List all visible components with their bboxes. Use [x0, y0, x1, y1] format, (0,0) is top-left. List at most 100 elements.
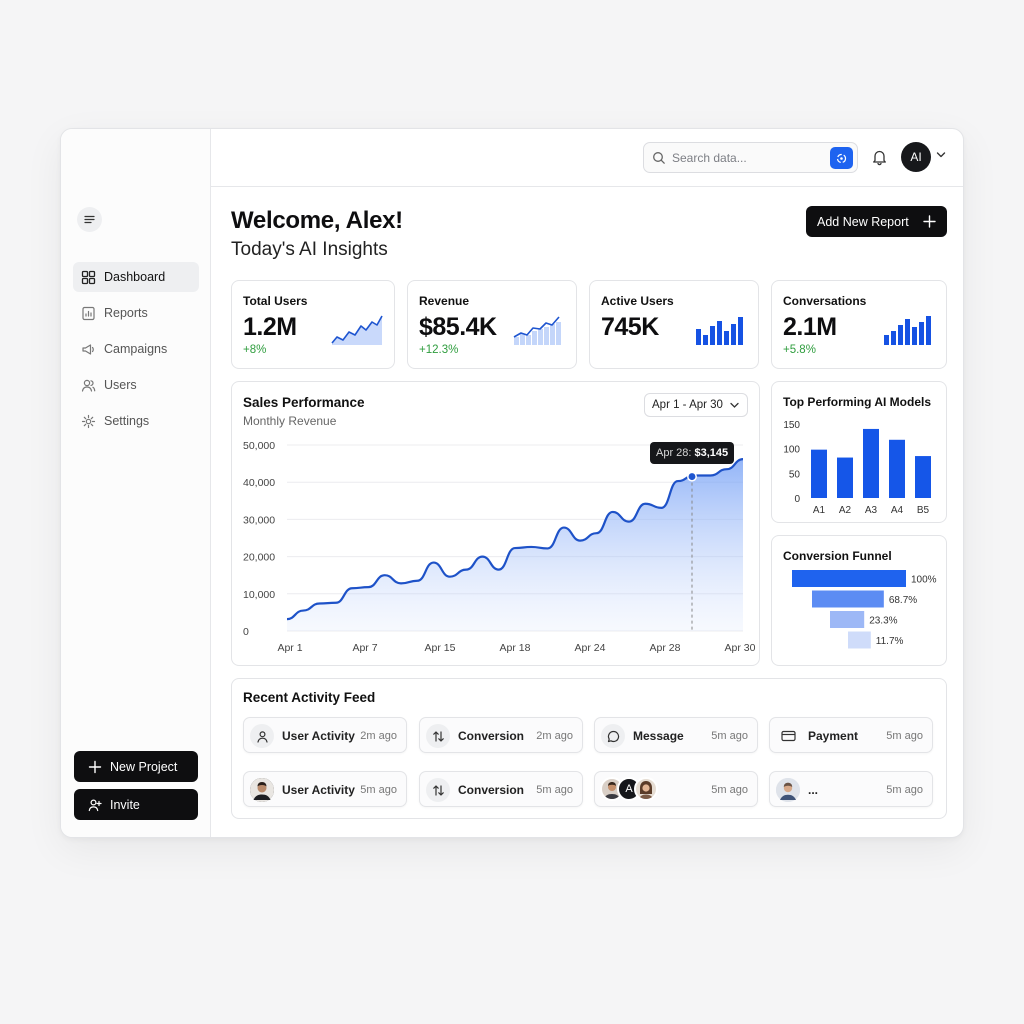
conversion-funnel-card: Conversion Funnel 100% 68.7% 23.3% 11.7%	[771, 535, 947, 666]
invite-button[interactable]: Invite	[74, 789, 198, 820]
x-tick-label: Apr 1	[277, 642, 302, 654]
ai-search-button[interactable]	[830, 147, 853, 169]
x-tick-label: Apr 24	[575, 642, 606, 654]
bar	[811, 449, 827, 498]
sidebar-item-campaigns[interactable]: Campaigns	[73, 334, 199, 364]
feed-item-time: 5m ago	[536, 784, 573, 796]
feed-item-user-activity[interactable]: User Activity 5m ago	[243, 771, 407, 807]
page-subtitle: Today's AI Insights	[231, 239, 388, 260]
funnel-label: 23.3%	[869, 616, 897, 627]
feed-item-message[interactable]: Message 5m ago	[594, 717, 758, 753]
x-tick-label: B5	[917, 505, 930, 516]
sparkline-icon	[331, 315, 383, 345]
megaphone-icon	[82, 343, 94, 355]
y-tick-label: 30,000	[243, 514, 275, 526]
top-bar: AI	[211, 129, 963, 187]
stat-value: 745K	[601, 313, 659, 341]
sidebar-item-label: Campaigns	[104, 342, 168, 356]
activity-feed-card: Recent Activity Feed User Activity 2m ag…	[231, 678, 947, 819]
feed-item-name: Message	[633, 729, 684, 743]
y-tick-label: 100	[783, 445, 800, 456]
add-new-report-button[interactable]: Add New Report	[806, 206, 947, 237]
y-tick-label: 150	[783, 420, 800, 431]
new-project-label: New Project	[110, 759, 178, 774]
swap-icon	[426, 778, 450, 802]
bar	[915, 456, 931, 498]
funnel-bar	[848, 631, 871, 649]
stat-card-revenue[interactable]: Revenue $85.4K +12.3%	[407, 280, 577, 369]
stat-value: $85.4K	[419, 313, 497, 341]
search-icon	[653, 151, 665, 164]
feed-item-conversion[interactable]: Conversion 2m ago	[419, 717, 583, 753]
y-tick-label: 10,000	[243, 589, 275, 601]
sidebar-item-dashboard[interactable]: Dashboard	[73, 262, 199, 292]
feed-item-user-activity[interactable]: User Activity 2m ago	[243, 717, 407, 753]
stat-card-conversations[interactable]: Conversations 2.1M +5.8%	[771, 280, 947, 369]
feed-item-payment[interactable]: Payment 5m ago	[769, 717, 933, 753]
plus-icon	[923, 215, 936, 228]
bell-icon[interactable]	[871, 148, 888, 166]
menu-toggle-icon[interactable]	[77, 207, 102, 232]
feed-item-name: Conversion	[458, 783, 525, 797]
avatar-photo	[250, 778, 274, 802]
feed-item-name: User Activity	[282, 729, 355, 743]
stat-change: +8%	[243, 344, 267, 356]
avatar-initials: AI	[910, 150, 922, 164]
feed-item-time: 2m ago	[536, 730, 573, 742]
top-models-bar-chart: 0 50 100 150 A1 A2 A3 A4 B5	[783, 420, 931, 516]
feed-item-time: 5m ago	[886, 730, 923, 742]
feed-item-name: Payment	[808, 729, 859, 743]
feed-item-time: 2m ago	[360, 730, 397, 742]
add-user-icon	[88, 798, 102, 811]
stat-label: Revenue	[419, 294, 470, 308]
top-models-card: Top Performing AI Models 0 50 100 150 A1 A2 A3…	[771, 381, 947, 523]
sidebar-item-label: Settings	[104, 414, 150, 428]
sidebar: Dashboard Reports Campaigns Users Settin…	[61, 129, 211, 837]
sidebar-item-label: Reports	[104, 306, 148, 320]
x-tick-label: Apr 7	[352, 642, 377, 654]
funnel-label: 100%	[911, 575, 937, 586]
search-input[interactable]	[672, 150, 822, 165]
avatar[interactable]: AI	[901, 142, 931, 172]
sidebar-item-reports[interactable]: Reports	[73, 298, 199, 328]
x-tick-label: A4	[891, 505, 904, 516]
bar	[837, 457, 853, 498]
stat-card-total-users[interactable]: Total Users 1.2M +8%	[231, 280, 395, 369]
conversion-funnel-chart: 100% 68.7% 23.3% 11.7%	[792, 570, 937, 649]
chevron-down-icon[interactable]	[936, 151, 946, 159]
tooltip-date: Apr 28:	[656, 446, 692, 459]
x-tick-label: Apr 15	[425, 642, 456, 654]
grid-icon	[81, 270, 96, 284]
avatar-photo	[776, 778, 800, 802]
bar	[863, 428, 879, 498]
sparkline-icon	[513, 316, 561, 345]
feed-item-name: User Activity	[282, 783, 355, 797]
users-icon	[81, 379, 96, 392]
activity-feed-title: Recent Activity Feed	[243, 690, 376, 705]
card-icon	[776, 724, 800, 748]
feed-item-other[interactable]: ... 5m ago	[769, 771, 933, 807]
chart-tooltip: Apr 28: $3,145	[650, 441, 735, 464]
feed-item-time: 5m ago	[360, 784, 397, 796]
feed-item-name: ...	[808, 783, 819, 797]
highlight-point	[687, 471, 697, 482]
funnel-label: 68.7%	[889, 595, 917, 606]
new-project-button[interactable]: New Project	[74, 751, 198, 782]
stat-value: 2.1M	[783, 313, 837, 341]
report-icon	[82, 306, 95, 320]
search-box[interactable]	[643, 142, 858, 173]
user-icon	[250, 724, 274, 748]
dashboard-window: Dashboard Reports Campaigns Users Settin…	[60, 128, 964, 838]
bar-sparkline-icon	[696, 317, 743, 345]
feed-item-conversion[interactable]: Conversion 5m ago	[419, 771, 583, 807]
sidebar-item-label: Users	[104, 378, 137, 392]
gear-icon	[81, 414, 96, 428]
sidebar-item-settings[interactable]: Settings	[73, 406, 199, 436]
feed-item-group[interactable]: A 5m ago	[594, 771, 758, 807]
stat-card-active-users[interactable]: Active Users 745K	[589, 280, 759, 369]
sales-area-chart: 0 10,000 20,000 30,000 40,000 50,000 Apr 1 Apr …	[243, 440, 756, 654]
bar-sparkline-icon	[884, 316, 931, 345]
sidebar-item-users[interactable]: Users	[73, 370, 199, 400]
x-tick-label: Apr 30	[725, 642, 756, 654]
sidebar-item-label: Dashboard	[104, 270, 166, 284]
